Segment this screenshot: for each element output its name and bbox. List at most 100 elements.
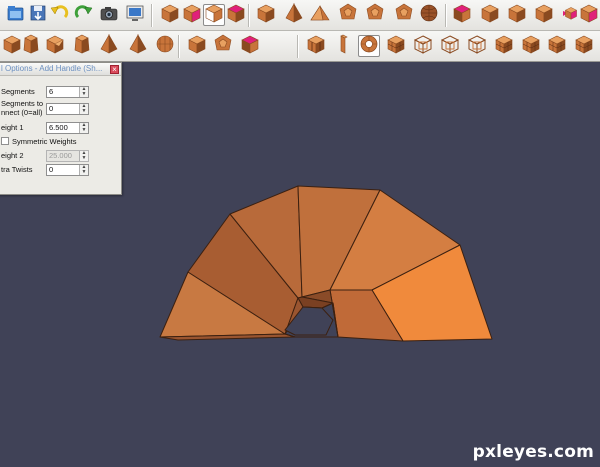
cage-tool-button[interactable] (412, 34, 434, 59)
select-pink-icon (579, 3, 599, 28)
spike-tool-button[interactable] (98, 33, 120, 57)
grid-tool-button[interactable] (546, 35, 568, 57)
add-handle-icon (359, 34, 379, 59)
point-tool-button[interactable] (127, 33, 149, 59)
view-mode-magenta-button[interactable] (225, 4, 247, 26)
segments-connect-row: Segments to nnect (0=all) 0 ▲ ▼ (0, 98, 123, 120)
lattice-tool-button[interactable] (385, 35, 407, 57)
wireframe-tool-button[interactable] (466, 34, 488, 59)
select-vertices-icon (507, 3, 527, 28)
render-view-button[interactable] (124, 4, 146, 26)
screenshot-camera-button[interactable] (98, 4, 120, 26)
symmetric-label: Symmetric Weights (12, 137, 77, 146)
weight1-value: 6.500 (49, 123, 68, 132)
view-mode-solid-icon (160, 3, 180, 28)
render-view-icon (125, 3, 145, 28)
select-faces-icon (452, 3, 472, 28)
window-tool-icon (521, 34, 541, 59)
dodecahedron-primitive-button[interactable] (337, 3, 359, 26)
select-multi-icon (559, 3, 579, 28)
dialog-title: l Options - Add Handle (Sh... × (0, 63, 121, 76)
weight1-input[interactable]: 6.500 ▲ ▼ (46, 122, 89, 134)
toolbar-separator (151, 4, 153, 27)
close-icon[interactable]: × (110, 65, 119, 74)
segments-input[interactable]: 6 ▲ ▼ (46, 86, 89, 98)
toolbar-tools (0, 31, 600, 62)
add-handle-pink-button[interactable] (239, 35, 261, 57)
weight1-label: eight 1 (1, 123, 24, 132)
slice-tool-icon (333, 34, 353, 59)
taper-tool-icon (72, 34, 92, 59)
segments-connect-label-2: nnect (0=all) (1, 108, 43, 117)
pyramid-primitive-button[interactable] (283, 2, 305, 28)
tool-options-dialog: l Options - Add Handle (Sh... × Segments… (0, 62, 122, 195)
undo-button[interactable] (48, 4, 70, 26)
point-tool-icon (128, 33, 148, 59)
extra-twists-label: tra Twists (1, 165, 33, 174)
weight1-row: eight 1 6.500 ▲ ▼ (0, 121, 123, 135)
select-object-button[interactable] (533, 4, 555, 26)
cube-primitive-icon (256, 3, 276, 28)
bevel-tool-icon (21, 34, 41, 59)
save-file-icon (28, 3, 48, 28)
view-mode-faces-button[interactable] (203, 4, 225, 26)
extra-twists-input[interactable]: 0 ▲ ▼ (46, 164, 89, 176)
weight1-spin-icon[interactable]: ▲ ▼ (79, 123, 88, 133)
split-tool-button[interactable] (305, 35, 327, 57)
hollow-tool-button[interactable] (493, 35, 515, 57)
chamfer-tool-button[interactable] (212, 34, 234, 57)
slice-tool-button[interactable] (332, 34, 354, 59)
extra-twists-row: tra Twists 0 ▲ ▼ (0, 163, 123, 177)
bevel-tool-button[interactable] (20, 34, 42, 59)
frame-tool-button[interactable] (439, 34, 461, 59)
wireframe-tool-icon (467, 34, 487, 59)
window-tool-button[interactable] (520, 35, 542, 57)
select-edges-button[interactable] (479, 4, 501, 26)
inset-tool-icon (187, 34, 207, 59)
cage-tool-icon (413, 34, 433, 59)
segments-connect-spin-icon[interactable]: ▲ ▼ (79, 104, 88, 114)
segments-connect-input[interactable]: 0 ▲ ▼ (46, 103, 89, 115)
redo-button[interactable] (73, 4, 95, 26)
symmetric-checkbox[interactable] (1, 137, 9, 145)
add-handle-button[interactable] (358, 35, 380, 57)
view-mode-pink-button[interactable] (181, 4, 203, 26)
tetrahedron-primitive-icon (310, 3, 330, 28)
view-mode-solid-button[interactable] (159, 4, 181, 26)
open-file-button[interactable] (4, 4, 26, 26)
pentagon-prism-button[interactable] (364, 3, 386, 26)
wedge-tool-button[interactable] (44, 35, 66, 57)
mesh-tool-button[interactable] (573, 35, 595, 57)
weight2-label: eight 2 (1, 151, 24, 160)
add-handle-pink-icon (240, 34, 260, 59)
split-tool-icon (306, 34, 326, 59)
segments-connect-value: 0 (49, 104, 54, 113)
weight2-value: 25.000 (49, 151, 72, 160)
geodesic-primitive-button[interactable] (393, 3, 415, 28)
save-file-button[interactable] (27, 4, 49, 26)
select-faces-button[interactable] (451, 4, 473, 26)
select-multi-button[interactable] (558, 4, 580, 26)
select-vertices-button[interactable] (506, 4, 528, 26)
extra-twists-spin-icon[interactable]: ▲ ▼ (79, 165, 88, 175)
segments-connect-label-1: Segments to (1, 99, 44, 108)
taper-tool-button[interactable] (71, 34, 93, 59)
symmetric-row: Symmetric Weights (0, 135, 123, 149)
sphere-tool-button[interactable] (154, 35, 176, 57)
select-pink-button[interactable] (578, 4, 600, 26)
wedge-tool-icon (45, 34, 65, 59)
segments-spin-icon[interactable]: ▲ ▼ (79, 87, 88, 97)
watermark-text: pxleyes.com (472, 442, 594, 462)
sphere-primitive-button[interactable] (418, 4, 440, 26)
tetrahedron-primitive-button[interactable] (309, 4, 331, 26)
hollow-tool-icon (494, 34, 514, 59)
geodesic-primitive-icon (394, 3, 414, 28)
frame-tool-icon (440, 34, 460, 59)
lattice-tool-icon (386, 34, 406, 59)
select-object-icon (534, 3, 554, 28)
pyramid-primitive-icon (284, 2, 304, 28)
toolbar-separator (178, 35, 180, 58)
cube-primitive-button[interactable] (255, 4, 277, 26)
toolbar-separator (445, 4, 447, 27)
inset-tool-button[interactable] (186, 35, 208, 57)
